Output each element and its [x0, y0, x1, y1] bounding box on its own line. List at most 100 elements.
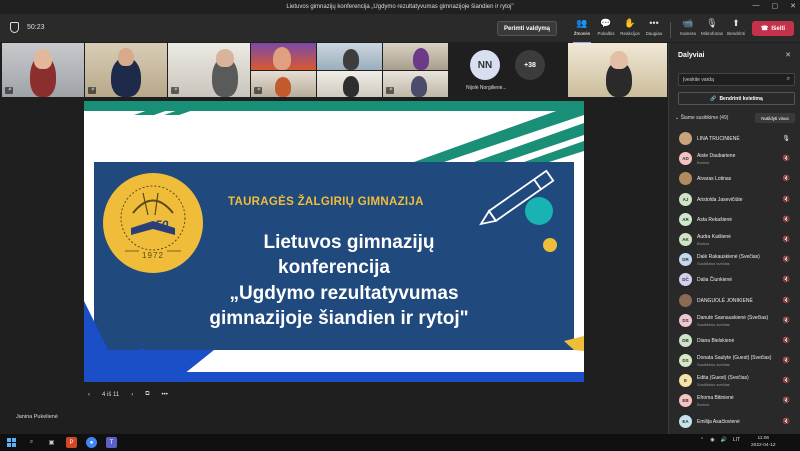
slide-title-line-3: „Ugdymo rezultatyvumas: [229, 283, 459, 304]
tray-chevron-icon[interactable]: ⌃: [700, 437, 704, 443]
participant-role: Susitikimo svečias: [697, 321, 730, 327]
next-slide-icon[interactable]: ›: [131, 392, 133, 398]
participant-name: Aristolda Jasevičiūte: [697, 196, 743, 203]
share-button[interactable]: ⬆ Bendrinti: [723, 18, 749, 40]
slide-title-line-1: Lietuvos gimnazijų: [263, 232, 435, 253]
participant-row[interactable]: DS Donata Saulyte (Guest) (Svečias) Susiti…: [669, 351, 800, 371]
participant-row[interactable]: DB Diana Bielskienė 🔇: [669, 331, 800, 351]
window-controls: — ▢ ✕: [753, 2, 797, 10]
microphone-muted-icon: 🔇: [782, 337, 790, 344]
video-tile[interactable]: [317, 43, 382, 70]
video-tile[interactable]: 🎤: [85, 43, 167, 97]
video-tile[interactable]: [317, 71, 382, 97]
camera-button[interactable]: 📹 Kamera: [675, 18, 701, 40]
search-icon[interactable]: ⌕: [26, 437, 37, 448]
title-bar: Lietuvos gimnazijų konferencija „Ugdymo …: [0, 0, 800, 14]
minimize-icon[interactable]: —: [753, 2, 760, 10]
participant-name: Danutė Sasnauskienė (Svečias): [697, 314, 769, 321]
maximize-icon[interactable]: ▢: [772, 2, 779, 10]
teams-icon[interactable]: T: [106, 437, 117, 448]
slide-more-icon[interactable]: •••: [162, 392, 168, 398]
participant-row[interactable]: DČ Dalia Čiunkienė 🔇: [669, 270, 800, 290]
participant-row[interactable]: DANGUOLĖ JONIKIENĖ 🔇: [669, 291, 800, 311]
system-tray: ⌃ ◉ 🔊 LIT: [700, 437, 740, 443]
more-participants-badge[interactable]: +38: [515, 50, 545, 80]
powerpoint-icon[interactable]: P: [66, 437, 77, 448]
participant-row[interactable]: E Edita (Guest) (Svečias) Susitikimo sveči…: [669, 371, 800, 391]
participant-avatar: [679, 172, 692, 186]
video-tile[interactable]: [251, 43, 316, 70]
windows-start-icon[interactable]: [7, 438, 16, 447]
participant-avatar[interactable]: NN: [470, 50, 500, 80]
participants-panel: Dalyviai ✕ Įveskite vardą ⌕ 🔗 Bendrinti …: [668, 43, 800, 434]
participant-avatar: DB: [679, 333, 692, 347]
microphone-muted-icon: 🔇: [782, 156, 790, 163]
participant-avatar: [679, 132, 692, 145]
participant-row[interactable]: Aivaras Lotinas 🔇: [669, 169, 800, 189]
participant-role: Susitikimo svečias: [697, 362, 730, 368]
participant-row[interactable]: EA Emilija Asačiovienė 🔇: [669, 412, 800, 432]
video-tile[interactable]: 🎤: [168, 43, 250, 97]
participant-name: LINA TRUCINIENĖ: [697, 136, 740, 142]
chat-button[interactable]: 💬 Pokalbis: [593, 18, 619, 40]
network-icon[interactable]: ◉: [710, 437, 714, 443]
participant-row[interactable]: AJ Aristolda Jasevičiūte 🔇: [669, 190, 800, 210]
chevron-down-icon: ⌄: [675, 115, 680, 121]
mic-muted-icon: 🎤: [171, 87, 179, 94]
microphone-muted-icon: 🔇: [782, 216, 790, 223]
reactions-icon: ✋: [624, 18, 636, 28]
participant-row[interactable]: DR Dalė Rakauskienė (Svečias) Susitikimo s…: [669, 250, 800, 270]
toolbar-divider: [670, 22, 671, 38]
slide-title-line-2: konferencija: [278, 257, 390, 278]
participant-row[interactable]: AR Asta Rekašienė 🔇: [669, 210, 800, 230]
microphone-muted-icon: 🔇: [782, 378, 790, 385]
section-header[interactable]: ⌄ Šiame susitikime (49): [675, 115, 728, 121]
shield-icon: [10, 22, 19, 33]
more-label: Daugiau: [645, 31, 663, 36]
participant-avatar: DS: [679, 354, 692, 368]
video-tile[interactable]: 🎤: [2, 43, 84, 97]
camera-label: Kamera: [680, 31, 696, 36]
participant-name: Emilija Asačiovienė: [697, 418, 740, 425]
participant-search-input[interactable]: Įveskite vardą ⌕: [678, 73, 795, 86]
participant-name: Nijolė Norgilienė...: [466, 85, 507, 91]
people-button[interactable]: 👥 Žmonės: [569, 18, 595, 43]
share-label: Bendrinti: [727, 31, 745, 36]
participant-avatar: EA: [679, 414, 692, 428]
share-invite-button[interactable]: 🔗 Bendrinti kvietimą: [678, 92, 795, 105]
microphone-button[interactable]: 🎙 Mikrofonas: [699, 18, 725, 40]
close-icon[interactable]: ✕: [790, 2, 796, 10]
system-clock[interactable]: 11:06 2022-04-12: [751, 436, 776, 449]
participant-row[interactable]: DS Danutė Sasnauskienė (Svečias) Susitikim…: [669, 311, 800, 331]
reactions-label: Reakcijos: [620, 31, 640, 36]
participant-avatar: DS: [679, 313, 692, 327]
more-button[interactable]: ••• Daugiau: [641, 18, 667, 40]
mute-all-button[interactable]: Nutildyti visus: [755, 113, 795, 123]
video-tile[interactable]: 🎤: [383, 71, 448, 97]
search-icon: ⌕: [786, 76, 790, 82]
participant-row[interactable]: EB Efroma Bitinienė Borinis 🔇: [669, 391, 800, 411]
participant-row[interactable]: LINA TRUCINIENĖ 🎙: [669, 129, 800, 149]
participant-role: Borinis: [697, 240, 710, 246]
leave-button[interactable]: ☎ Išeiti: [752, 21, 794, 36]
link-icon: 🔗: [710, 95, 717, 102]
slide-overview-icon[interactable]: ⧉: [145, 391, 149, 398]
participant-row[interactable]: AD Aiste Daubariene Borinis 🔇: [669, 149, 800, 169]
take-control-button[interactable]: Perimti valdymą: [497, 21, 557, 36]
prev-slide-icon[interactable]: ‹: [88, 392, 90, 398]
participant-avatar: AR: [679, 212, 692, 226]
volume-icon[interactable]: 🔊: [721, 437, 727, 443]
chat-label: Pokalbis: [597, 31, 615, 36]
task-view-icon[interactable]: ▣: [46, 437, 57, 448]
participant-avatar: [679, 293, 692, 307]
video-tile[interactable]: [383, 43, 448, 70]
participant-name: Donata Saulyte (Guest) (Svečias): [697, 355, 772, 362]
reactions-button[interactable]: ✋ Reakcijos: [617, 18, 643, 40]
video-tile[interactable]: 🎤: [251, 71, 316, 97]
language-indicator[interactable]: LIT: [733, 437, 740, 443]
close-panel-icon[interactable]: ✕: [785, 51, 791, 59]
participant-row[interactable]: AK Audra Kaišienė Borinis 🔇: [669, 230, 800, 250]
self-video-tile[interactable]: [568, 43, 667, 97]
microphone-muted-icon: 🔇: [782, 358, 790, 365]
chrome-icon[interactable]: ●: [86, 437, 97, 448]
